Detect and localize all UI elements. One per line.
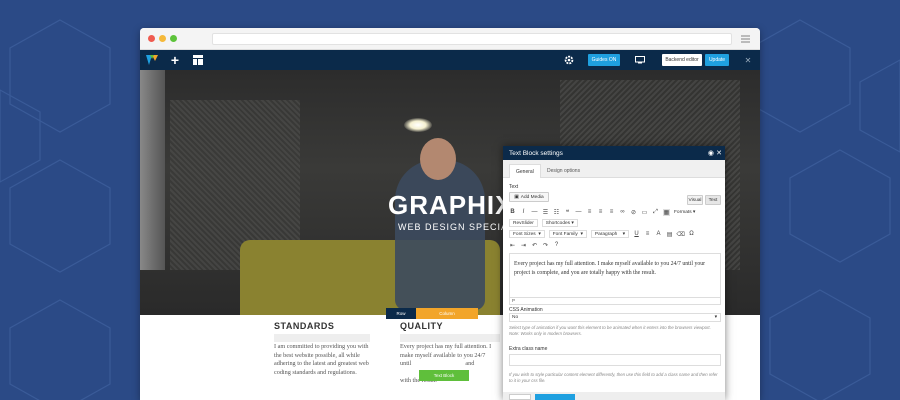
quality-text-line: make myself available to you 24/7	[400, 351, 486, 359]
row-control[interactable]: Row	[386, 308, 416, 319]
bold-icon[interactable]: B	[509, 209, 516, 216]
browser-chrome	[140, 28, 760, 50]
editor-path-bar: P	[509, 298, 721, 305]
text-block-control-label: Text Block	[433, 373, 455, 378]
extra-class-label: Extra class name	[509, 346, 548, 352]
standards-text: I am committed to providing you with the…	[274, 343, 369, 376]
align-center-icon[interactable]: ≡	[597, 209, 604, 216]
shortcodes-dropdown[interactable]: Shortcodes ▾	[541, 219, 578, 227]
tab-general[interactable]: General	[509, 164, 541, 178]
hamburger-icon[interactable]	[741, 35, 750, 43]
link-icon[interactable]: ∞	[619, 209, 626, 216]
indent-icon[interactable]: ⇥	[520, 242, 527, 249]
editor-content[interactable]: Every project has my full attention. I m…	[514, 260, 718, 278]
builder-toolbar: + Guides ON Backend editor Update ✕	[140, 50, 760, 70]
special-character-icon[interactable]: Ω	[688, 231, 695, 238]
text-color-icon[interactable]: A	[655, 231, 662, 238]
paste-text-icon[interactable]: ▤	[666, 231, 673, 238]
redo-icon[interactable]: ↷	[542, 242, 549, 249]
css-animation-help: Select type of animation if you want thi…	[509, 325, 711, 336]
numbered-list-icon[interactable]: ☷	[553, 209, 560, 216]
read-more-icon[interactable]: ▭	[641, 209, 648, 216]
modal-footer	[503, 392, 725, 400]
modal-header: Text Block settings ◉ ✕	[503, 146, 725, 160]
add-media-label: Add Media	[520, 194, 544, 200]
maximize-dot[interactable]	[170, 35, 177, 42]
strikethrough-icon[interactable]: —	[531, 209, 538, 216]
unlink-icon[interactable]: ⊘	[630, 209, 637, 216]
blockquote-icon[interactable]: ❝	[564, 209, 571, 216]
media-icon: ▣	[514, 194, 519, 200]
close-dot[interactable]	[148, 35, 155, 42]
hero-title: GRAPHIX	[388, 190, 514, 220]
standards-divider	[274, 334, 370, 342]
paragraph-dropdown[interactable]: Paragraph ▾	[590, 230, 630, 238]
justify-icon[interactable]: ≡	[644, 231, 651, 238]
templates-icon[interactable]	[191, 52, 205, 68]
quality-divider	[400, 334, 500, 342]
extra-class-help: If you wish to style particular content …	[509, 372, 718, 383]
quality-text-line: Every project has my full attention. I	[400, 343, 492, 350]
text-block-settings-modal: Text Block settings ◉ ✕ General Design o…	[503, 146, 725, 400]
address-bar[interactable]	[212, 33, 732, 45]
text-field-label: Text	[509, 184, 519, 190]
backend-editor-button[interactable]: Backend editor	[662, 54, 702, 66]
tab-visual[interactable]: Visual	[687, 195, 703, 205]
quality-text-line: until and	[400, 360, 475, 367]
modal-tabs: General Design options	[503, 160, 725, 178]
modal-close-icon[interactable]: ✕	[716, 149, 722, 157]
ceiling-lamp	[404, 118, 432, 132]
standards-heading: STANDARDS	[274, 321, 335, 331]
person-silhouette	[395, 160, 485, 310]
clear-formatting-icon[interactable]: ⌫	[676, 231, 684, 238]
modal-footer-button[interactable]	[509, 394, 531, 400]
row-control-label: Row	[396, 311, 406, 316]
revslider-button[interactable]: RevSlider	[509, 219, 538, 227]
editor-toolbar-row-3: Font Sizes ▾ Font Family ▾ Paragraph ▾ U…	[509, 229, 719, 239]
gear-icon[interactable]	[562, 52, 576, 68]
css-animation-select[interactable]: No ▾	[509, 313, 721, 322]
help-icon[interactable]: ?	[553, 242, 560, 249]
person-head	[420, 138, 456, 180]
extra-class-input[interactable]	[509, 354, 721, 366]
responsive-preview-icon[interactable]	[632, 52, 648, 68]
window-light	[140, 70, 165, 270]
undo-icon[interactable]: ↶	[531, 242, 538, 249]
logo-icon	[145, 52, 159, 68]
modal-save-button[interactable]	[535, 394, 575, 400]
add-media-button[interactable]: ▣ Add Media	[509, 192, 549, 202]
align-right-icon[interactable]: ≡	[608, 209, 615, 216]
editor-toolbar-row-4: ⇤ ⇥ ↶ ↷ ?	[509, 240, 719, 250]
align-left-icon[interactable]: ≡	[586, 209, 593, 216]
text-editor-area[interactable]: Every project has my full attention. I m…	[509, 253, 721, 298]
tab-design-options[interactable]: Design options	[541, 164, 586, 178]
font-family-dropdown[interactable]: Font Family ▾	[548, 230, 587, 238]
horizontal-rule-icon[interactable]: —	[575, 209, 582, 216]
underline-icon[interactable]: U	[633, 231, 640, 238]
bullet-list-icon[interactable]: ☰	[542, 209, 549, 216]
outdent-icon[interactable]: ⇤	[509, 242, 516, 249]
fullscreen-icon[interactable]: ⤢	[652, 209, 659, 216]
eye-icon[interactable]: ◉	[708, 149, 714, 157]
chevron-down-icon: ▾	[714, 315, 717, 320]
italic-icon[interactable]: I	[520, 209, 527, 216]
text-block-control[interactable]: Text Block	[419, 370, 469, 381]
modal-title: Text Block settings	[509, 149, 563, 157]
minimize-dot[interactable]	[159, 35, 166, 42]
editor-toolbar-row-1: B I — ☰ ☷ ❝ — ≡ ≡ ≡ ∞ ⊘ ▭ ⤢ ▦ Formats ▾	[509, 207, 719, 217]
font-sizes-dropdown[interactable]: Font Sizes ▾	[509, 230, 545, 238]
editor-toolbar-row-2: RevSlider Shortcodes ▾	[509, 218, 719, 228]
update-button[interactable]: Update	[705, 54, 729, 66]
css-animation-value: No	[512, 315, 519, 320]
close-icon[interactable]: ✕	[742, 52, 754, 68]
toolbar-toggle-icon[interactable]: ▦	[663, 208, 670, 216]
column-control-label: Column	[439, 311, 455, 316]
add-element-icon[interactable]: +	[168, 52, 182, 68]
quality-heading: QUALITY	[400, 321, 443, 331]
formats-dropdown[interactable]: Formats ▾	[674, 210, 695, 215]
tab-text[interactable]: Text	[705, 195, 721, 205]
column-control[interactable]: Column	[416, 308, 478, 319]
guides-toggle-button[interactable]: Guides ON	[588, 54, 620, 66]
